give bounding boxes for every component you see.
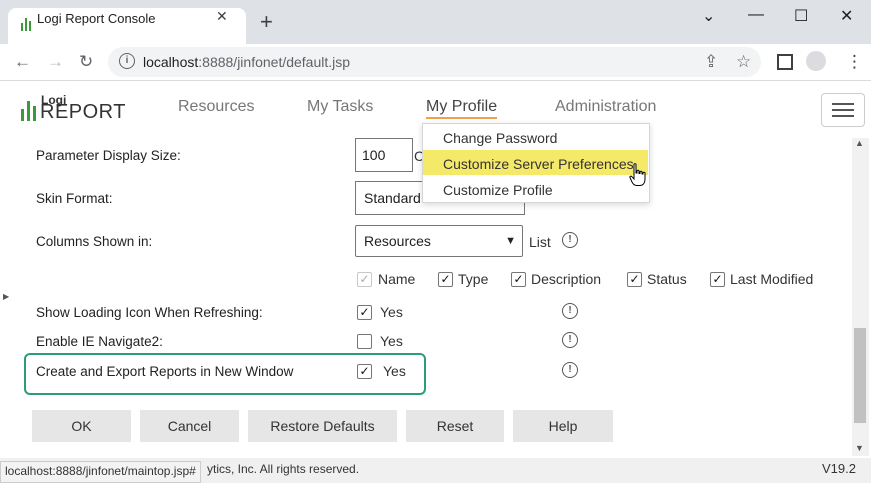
share-icon[interactable]: ⇪ [704,52,718,72]
scroll-down-icon[interactable]: ▼ [855,443,864,453]
tab-close-icon[interactable]: ✕ [216,8,228,25]
back-icon[interactable]: ← [14,52,31,72]
column-type-label: Type [458,271,489,287]
info-tip-icon[interactable]: ! [562,362,578,378]
column-name-label: Name [378,271,416,287]
help-button[interactable]: Help [513,410,613,442]
site-info-icon[interactable]: i [119,53,135,69]
reload-icon[interactable]: ↻ [79,52,93,72]
hand-cursor-icon [629,163,647,192]
skin-format-label: Skin Format: [36,191,113,206]
column-type-checkbox[interactable]: ✓ [438,272,453,287]
info-tip-icon[interactable]: ! [562,332,578,348]
column-name-checkbox[interactable]: ✓ [357,272,372,287]
columns-shown-suffix: List [529,234,551,250]
cancel-button[interactable]: Cancel [140,410,239,442]
param-display-size-input[interactable]: 100 [355,138,413,172]
profile-avatar-icon[interactable] [806,51,826,71]
column-last-modified-label: Last Modified [730,271,814,287]
column-last-modified-checkbox[interactable]: ✓ [710,272,725,287]
param-display-size-label: Parameter Display Size: [36,148,181,163]
logi-favicon-icon [21,15,33,36]
info-tip-icon[interactable]: ! [562,232,578,248]
chevron-down-icon: ▼ [505,235,516,247]
version-text: V19.2 [822,461,856,476]
new-tab-button[interactable]: + [260,11,273,33]
show-loading-label: Show Loading Icon When Refreshing: [36,305,263,320]
create-export-checkbox[interactable]: ✓ [357,364,372,379]
reset-button[interactable]: Reset [406,410,504,442]
browser-menu-icon[interactable]: ⋮ [846,52,863,72]
restore-defaults-button[interactable]: Restore Defaults [248,410,397,442]
enable-ie-label: Enable IE Navigate2: [36,334,163,349]
nav-resources[interactable]: Resources [178,98,254,116]
nav-administration[interactable]: Administration [555,98,656,116]
nav-my-profile[interactable]: My Profile [426,98,498,119]
hamburger-menu-button[interactable] [821,93,865,127]
logo-text-bottom: REPORT [40,101,126,123]
scroll-up-icon[interactable]: ▲ [855,138,864,148]
bookmark-star-icon[interactable]: ☆ [736,52,751,72]
ok-button[interactable]: OK [32,410,131,442]
column-description-checkbox[interactable]: ✓ [511,272,526,287]
columns-shown-select[interactable]: Resources ▼ [355,225,523,257]
url-text[interactable]: localhost:8888/jinfonet/default.jsp [143,54,350,70]
menu-item-customize-profile[interactable]: Customize Profile [443,182,553,198]
logi-logo-icon [21,97,37,126]
column-description-label: Description [531,271,602,287]
forward-icon[interactable]: → [47,52,64,72]
enable-ie-checkbox[interactable] [357,334,372,349]
minimize-button[interactable]: — [748,6,764,24]
column-status-label: Status [647,271,687,287]
left-panel-toggle-icon[interactable]: ▶ [3,292,9,301]
nav-my-tasks[interactable]: My Tasks [307,98,373,116]
enable-ie-yes: Yes [380,333,403,349]
columns-shown-label: Columns Shown in: [36,234,153,249]
show-loading-checkbox[interactable]: ✓ [357,305,372,320]
create-export-yes: Yes [383,363,406,379]
tab-title: Logi Report Console [37,11,156,26]
menu-item-customize-server-preferences[interactable]: Customize Server Preferences [443,156,634,172]
tab-search-icon[interactable]: ⌄ [702,6,715,26]
status-bar-url: localhost:8888/jinfonet/maintop.jsp# [0,461,201,483]
menu-item-change-password[interactable]: Change Password [443,130,557,146]
close-window-button[interactable]: ✕ [840,6,853,26]
copyright-text: ytics, Inc. All rights reserved. [207,462,360,476]
show-loading-yes: Yes [380,304,403,320]
create-export-label: Create and Export Reports in New Window [36,364,294,379]
maximize-button[interactable]: ☐ [794,6,808,26]
scrollbar-thumb[interactable] [854,328,866,423]
side-panel-icon[interactable] [777,54,793,70]
column-status-checkbox[interactable]: ✓ [627,272,642,287]
info-tip-icon[interactable]: ! [562,303,578,319]
